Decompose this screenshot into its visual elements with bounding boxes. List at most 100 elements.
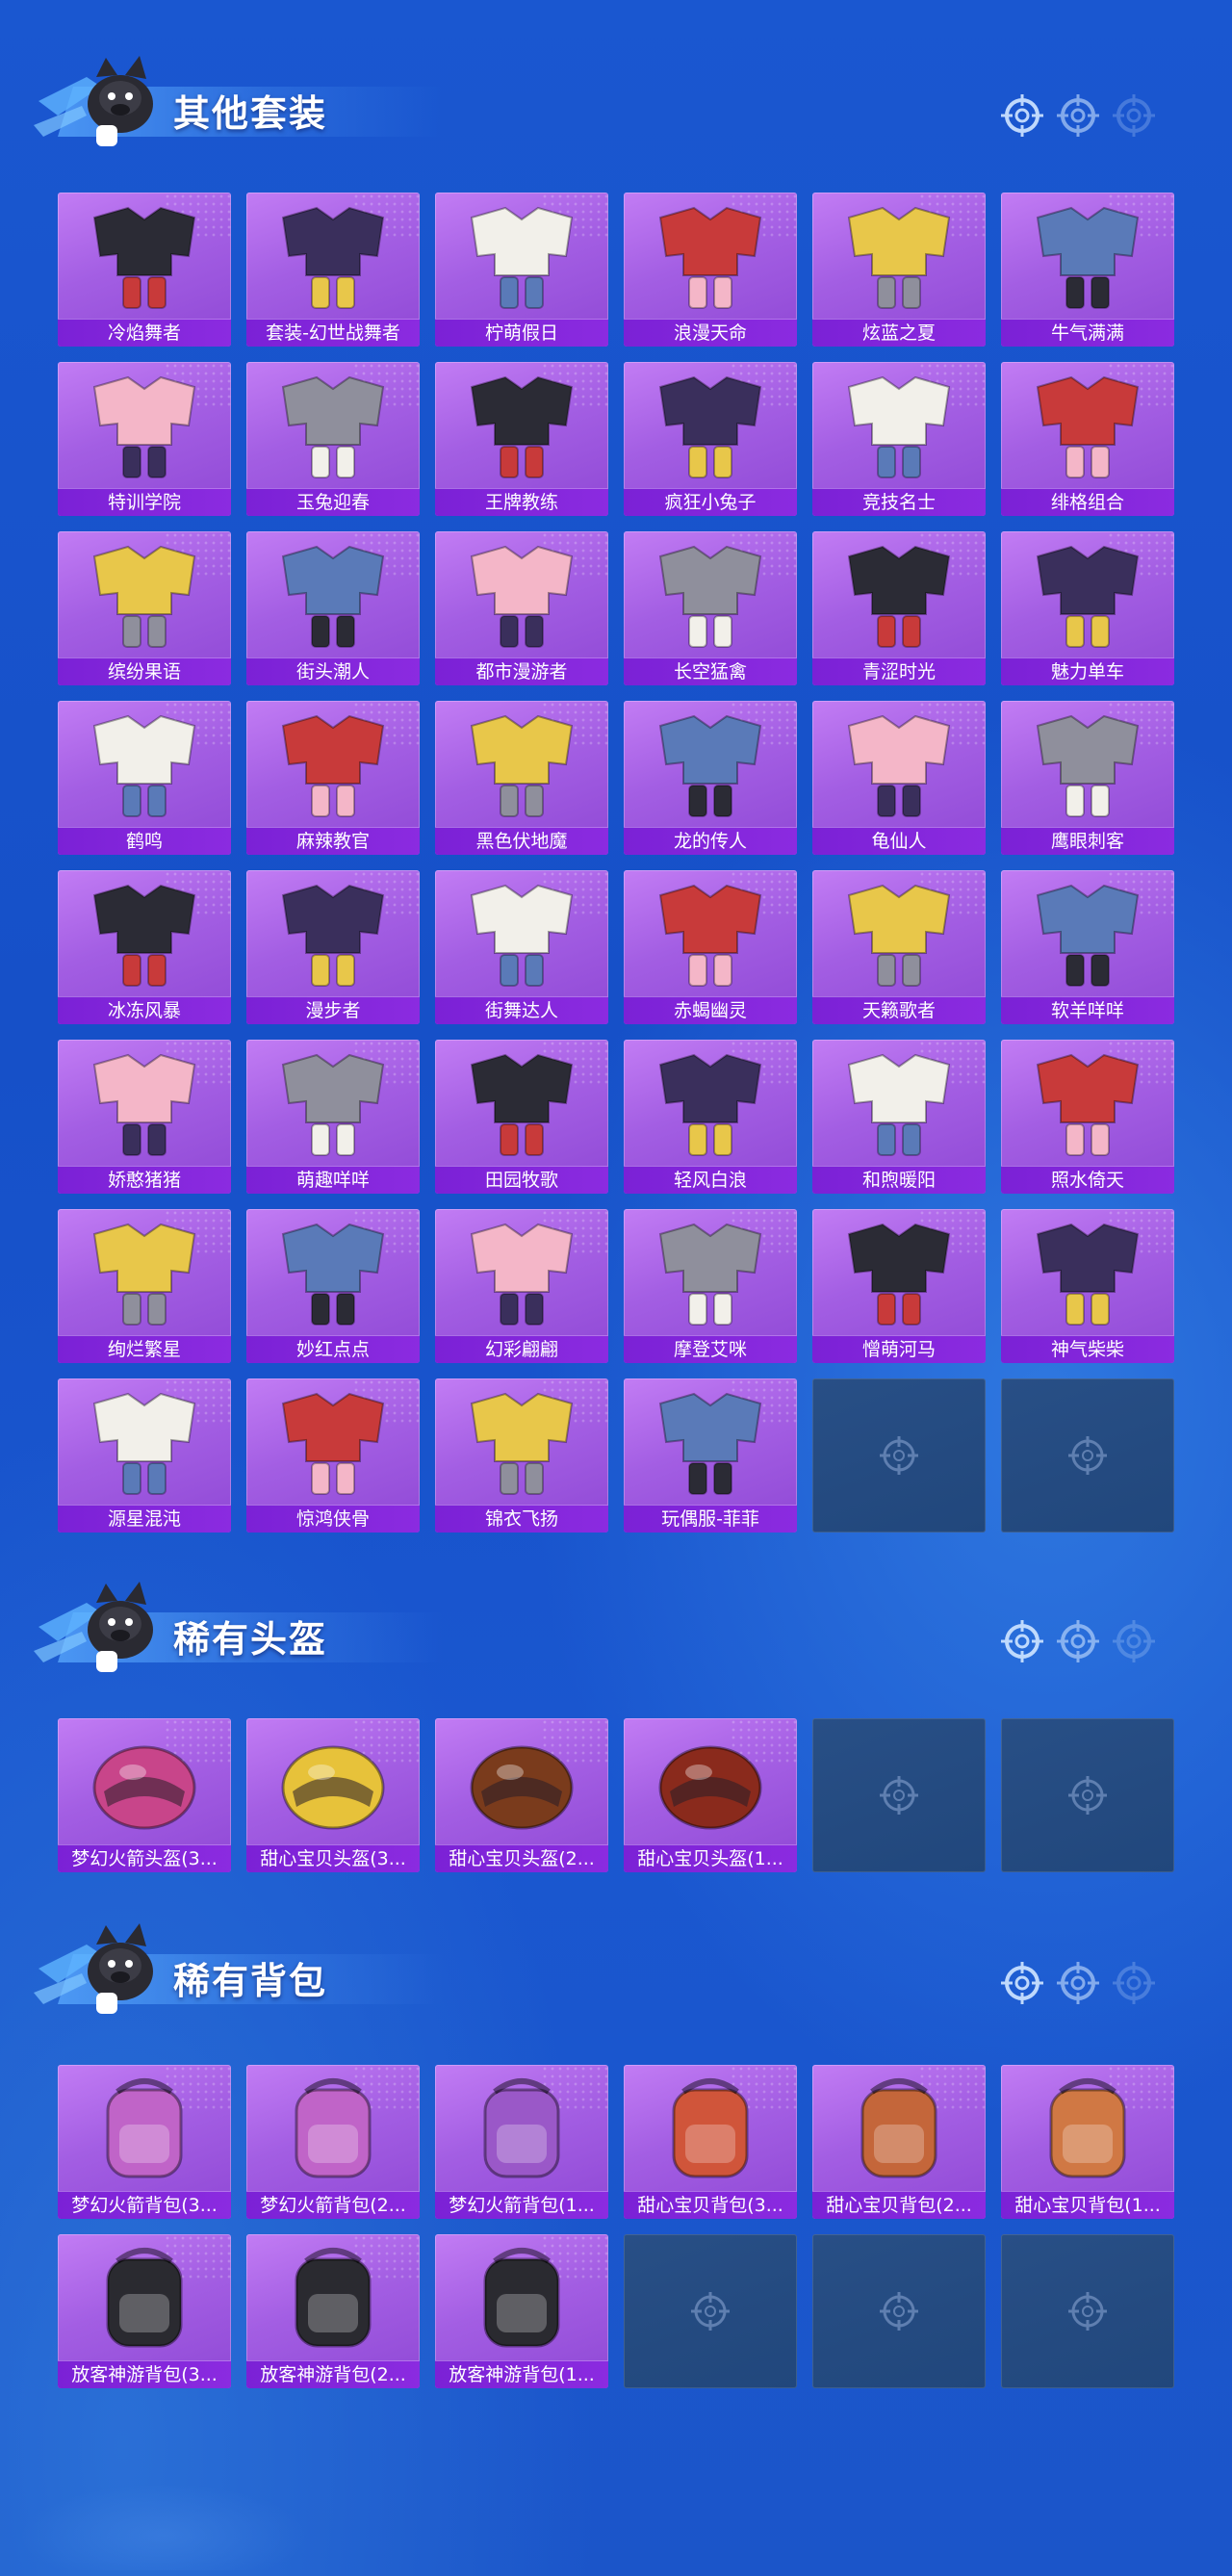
item-card[interactable]: 王牌教练 <box>435 362 608 516</box>
item-card[interactable]: 轻风白浪 <box>624 1040 797 1194</box>
item-label: 柠萌假日 <box>435 319 608 347</box>
item-card[interactable]: 龟仙人 <box>812 701 986 855</box>
item-label: 甜心宝贝背包(3... <box>624 2191 797 2219</box>
outfit-image <box>847 206 951 309</box>
item-card[interactable]: 黑色伏地魔 <box>435 701 608 855</box>
item-card[interactable]: 青涩时光 <box>812 531 986 685</box>
backpack-image <box>860 2078 937 2178</box>
item-card[interactable]: 锦衣飞扬 <box>435 1378 608 1533</box>
item-card[interactable]: 赤蝎幽灵 <box>624 870 797 1024</box>
crosshair-icon <box>1057 1620 1099 1662</box>
outfit-image <box>92 206 196 309</box>
item-card[interactable]: 炫蓝之夏 <box>812 193 986 347</box>
outfit-image <box>470 1392 574 1495</box>
item-card[interactable]: 冷焰舞者 <box>58 193 231 347</box>
item-card[interactable]: 疯狂小兔子 <box>624 362 797 516</box>
item-label: 青涩时光 <box>812 657 986 685</box>
item-label: 黑色伏地魔 <box>435 827 608 855</box>
backpack-image <box>295 2078 372 2178</box>
item-card[interactable]: 绯格组合 <box>1001 362 1174 516</box>
item-card[interactable]: 憎萌河马 <box>812 1209 986 1363</box>
item-label: 魅力单车 <box>1001 657 1174 685</box>
outfit-image <box>1036 1053 1140 1156</box>
item-label: 绯格组合 <box>1001 488 1174 516</box>
outfit-image <box>1036 206 1140 309</box>
outfit-image <box>658 545 762 648</box>
item-card[interactable]: 甜心宝贝背包(1... <box>1001 2065 1174 2219</box>
item-card[interactable]: 梦幻火箭背包(3... <box>58 2065 231 2219</box>
item-label: 源星混沌 <box>58 1505 231 1533</box>
item-label: 照水倚天 <box>1001 1166 1174 1194</box>
item-card[interactable]: 魅力单车 <box>1001 531 1174 685</box>
item-label: 田园牧歌 <box>435 1166 608 1194</box>
item-card[interactable]: 浪漫天命 <box>624 193 797 347</box>
item-card[interactable]: 牛气满满 <box>1001 193 1174 347</box>
item-label: 甜心宝贝背包(2... <box>812 2191 986 2219</box>
item-card[interactable]: 源星混沌 <box>58 1378 231 1533</box>
item-card[interactable]: 梦幻火箭背包(2... <box>246 2065 420 2219</box>
item-card[interactable]: 惊鸿侠骨 <box>246 1378 420 1533</box>
item-card[interactable]: 甜心宝贝头盔(3... <box>246 1718 420 1872</box>
empty-slot <box>1001 1718 1174 1872</box>
item-card[interactable]: 甜心宝贝头盔(1... <box>624 1718 797 1872</box>
item-card[interactable]: 梦幻火箭背包(1... <box>435 2065 608 2219</box>
backpack-image <box>295 2248 372 2348</box>
item-card[interactable]: 冰冻风暴 <box>58 870 231 1024</box>
item-card[interactable]: 缤纷果语 <box>58 531 231 685</box>
item-card[interactable]: 街头潮人 <box>246 531 420 685</box>
item-card[interactable]: 放客神游背包(2... <box>246 2234 420 2388</box>
item-card[interactable]: 绚烂繁星 <box>58 1209 231 1363</box>
crosshair-icon <box>880 1436 918 1475</box>
backpack-image <box>483 2078 560 2178</box>
item-card[interactable]: 鹤鸣 <box>58 701 231 855</box>
item-card[interactable]: 梦幻火箭头盔(3... <box>58 1718 231 1872</box>
item-card[interactable]: 甜心宝贝头盔(2... <box>435 1718 608 1872</box>
item-card[interactable]: 神气柴柴 <box>1001 1209 1174 1363</box>
item-card[interactable]: 长空猛禽 <box>624 531 797 685</box>
item-card[interactable]: 玩偶服-菲菲 <box>624 1378 797 1533</box>
item-card[interactable]: 竞技名士 <box>812 362 986 516</box>
helmets-grid: 梦幻火箭头盔(3... 甜心宝贝头盔(3... 甜心宝贝头盔(2... 甜心宝贝头盔(… <box>58 1718 1174 1872</box>
helmet-image <box>92 1745 196 1830</box>
item-card[interactable]: 麻辣教官 <box>246 701 420 855</box>
outfit-image <box>470 206 574 309</box>
item-card[interactable]: 都市漫游者 <box>435 531 608 685</box>
item-card[interactable]: 街舞达人 <box>435 870 608 1024</box>
item-card[interactable]: 放客神游背包(3... <box>58 2234 231 2388</box>
item-label: 缤纷果语 <box>58 657 231 685</box>
outfit-image <box>1036 545 1140 648</box>
item-card[interactable]: 放客神游背包(1... <box>435 2234 608 2388</box>
item-card[interactable]: 龙的传人 <box>624 701 797 855</box>
item-card[interactable]: 萌趣咩咩 <box>246 1040 420 1194</box>
item-label: 绚烂繁星 <box>58 1335 231 1363</box>
footer-decoration <box>19 2484 308 2570</box>
item-card[interactable]: 软羊咩咩 <box>1001 870 1174 1024</box>
item-card[interactable]: 特训学院 <box>58 362 231 516</box>
item-label: 和煦暖阳 <box>812 1166 986 1194</box>
item-label: 萌趣咩咩 <box>246 1166 420 1194</box>
item-card[interactable]: 鹰眼刺客 <box>1001 701 1174 855</box>
item-label: 龙的传人 <box>624 827 797 855</box>
item-card[interactable]: 摩登艾咪 <box>624 1209 797 1363</box>
item-card[interactable]: 甜心宝贝背包(3... <box>624 2065 797 2219</box>
item-card[interactable]: 娇憨猪猪 <box>58 1040 231 1194</box>
item-card[interactable]: 套装-幻世战舞者 <box>246 193 420 347</box>
outfit-image <box>847 375 951 478</box>
section-title: 其他套装 <box>173 92 328 135</box>
item-card[interactable]: 漫步者 <box>246 870 420 1024</box>
item-label: 放客神游背包(2... <box>246 2360 420 2388</box>
item-card[interactable]: 照水倚天 <box>1001 1040 1174 1194</box>
item-card[interactable]: 玉兔迎春 <box>246 362 420 516</box>
item-card[interactable]: 妙红点点 <box>246 1209 420 1363</box>
crosshair-icon <box>1001 1620 1043 1662</box>
item-card[interactable]: 天籁歌者 <box>812 870 986 1024</box>
item-card[interactable]: 和煦暖阳 <box>812 1040 986 1194</box>
mascot-icon <box>34 56 153 146</box>
item-label: 娇憨猪猪 <box>58 1166 231 1194</box>
item-label: 幻彩翩翩 <box>435 1335 608 1363</box>
outfit-image <box>281 1392 385 1495</box>
item-card[interactable]: 田园牧歌 <box>435 1040 608 1194</box>
item-card[interactable]: 甜心宝贝背包(2... <box>812 2065 986 2219</box>
item-card[interactable]: 柠萌假日 <box>435 193 608 347</box>
item-card[interactable]: 幻彩翩翩 <box>435 1209 608 1363</box>
